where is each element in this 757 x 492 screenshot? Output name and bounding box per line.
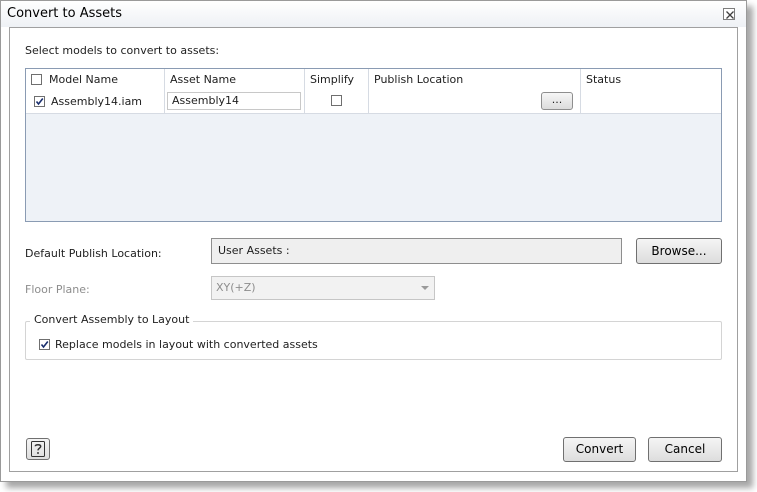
column-divider bbox=[304, 69, 305, 113]
replace-models-label[interactable]: Replace models in layout with converted … bbox=[55, 338, 318, 351]
select-models-label: Select models to convert to assets: bbox=[25, 44, 220, 57]
floor-plane-label: Floor Plane: bbox=[25, 283, 90, 296]
chevron-down-icon bbox=[421, 286, 429, 290]
col-model-name[interactable]: Model Name bbox=[49, 73, 118, 86]
asset-name-input[interactable]: Assembly14 bbox=[167, 92, 301, 110]
grid-header: Model Name Asset Name Simplify Publish L… bbox=[26, 69, 721, 91]
convert-button[interactable]: Convert bbox=[563, 437, 636, 462]
checkmark-icon bbox=[40, 341, 49, 349]
help-button[interactable] bbox=[26, 438, 50, 460]
window-title: Convert to Assets bbox=[7, 6, 123, 21]
col-simplify[interactable]: Simplify bbox=[310, 73, 354, 86]
close-button[interactable] bbox=[723, 8, 735, 20]
table-row[interactable]: Assembly14.iam Assembly14 ... bbox=[26, 90, 721, 114]
row-select-checkbox[interactable] bbox=[34, 96, 45, 107]
help-question-icon bbox=[31, 441, 45, 457]
column-divider bbox=[368, 69, 369, 113]
browse-button[interactable]: Browse... bbox=[636, 238, 722, 264]
models-grid: Model Name Asset Name Simplify Publish L… bbox=[25, 68, 722, 222]
convert-to-assets-dialog: Convert to Assets Select models to conve… bbox=[0, 0, 747, 482]
replace-models-checkbox[interactable] bbox=[39, 339, 50, 350]
row-browse-button[interactable]: ... bbox=[541, 92, 573, 110]
select-all-checkbox[interactable] bbox=[31, 74, 42, 85]
checkmark-icon bbox=[35, 98, 44, 106]
title-bar[interactable]: Convert to Assets bbox=[1, 1, 746, 27]
col-status[interactable]: Status bbox=[586, 73, 621, 86]
col-publish-location[interactable]: Publish Location bbox=[374, 73, 463, 86]
simplify-checkbox[interactable] bbox=[331, 95, 342, 106]
column-divider bbox=[164, 69, 165, 113]
row-model-name: Assembly14.iam bbox=[51, 95, 143, 108]
floor-plane-value: XY(+Z) bbox=[216, 281, 256, 294]
col-asset-name[interactable]: Asset Name bbox=[170, 73, 236, 86]
cancel-button[interactable]: Cancel bbox=[648, 437, 722, 462]
default-publish-location-label: Default Publish Location: bbox=[25, 247, 162, 260]
floor-plane-select[interactable]: XY(+Z) bbox=[211, 276, 435, 300]
default-publish-location-field[interactable]: User Assets : bbox=[211, 238, 622, 264]
close-icon bbox=[726, 11, 734, 19]
dialog-content: Select models to convert to assets: Mode… bbox=[9, 27, 738, 472]
column-divider bbox=[580, 69, 581, 113]
convert-assembly-title: Convert Assembly to Layout bbox=[30, 313, 194, 326]
